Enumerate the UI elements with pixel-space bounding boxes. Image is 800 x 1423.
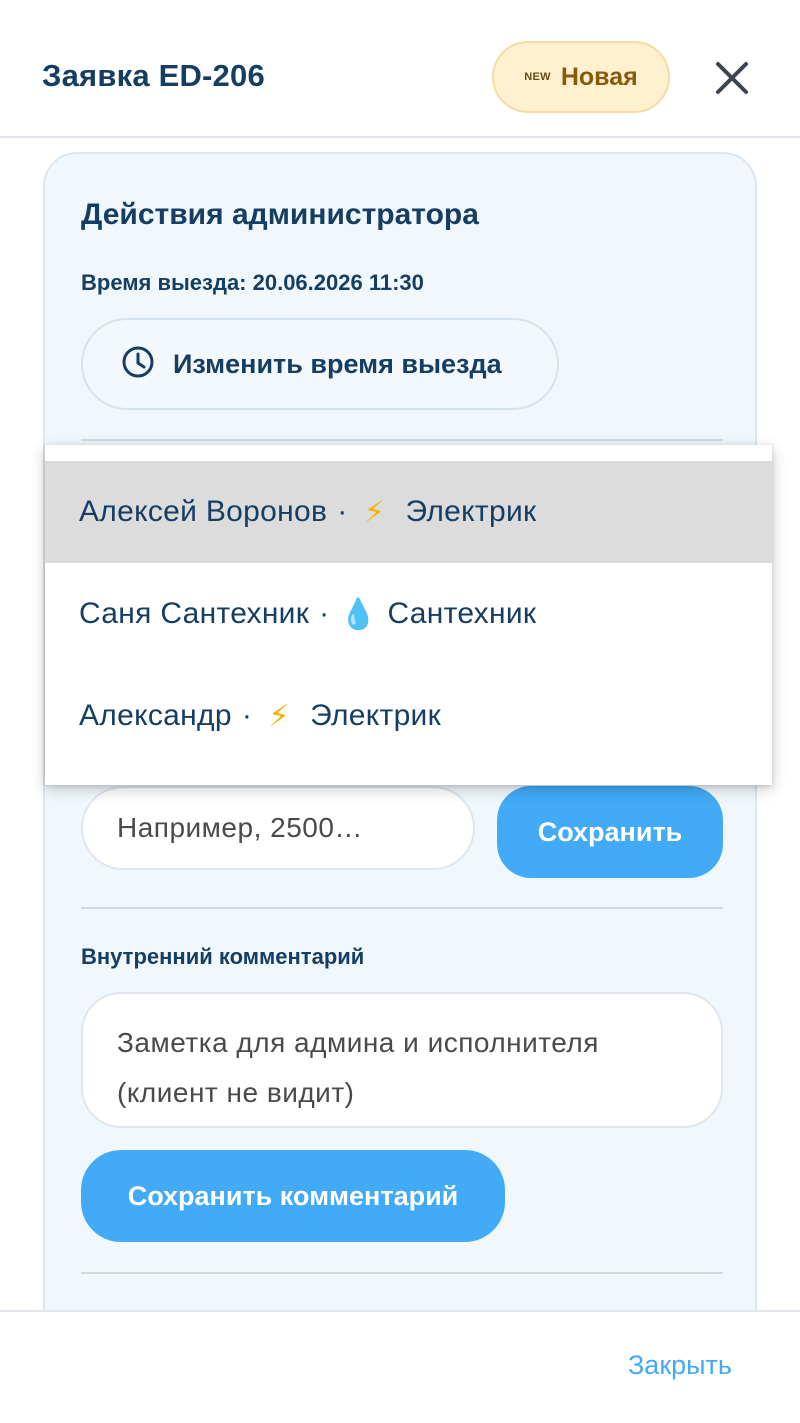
executor-role: Сантехник bbox=[387, 597, 537, 630]
admin-actions-title: Действия администратора bbox=[81, 198, 479, 231]
divider bbox=[81, 1272, 723, 1274]
executor-role: Электрик bbox=[310, 699, 442, 732]
change-departure-time-button[interactable]: Изменить время выезда bbox=[81, 318, 559, 410]
divider bbox=[81, 439, 723, 441]
separator-dot: · bbox=[319, 597, 330, 630]
lightning-icon: ⚡ bbox=[363, 495, 386, 529]
separator-dot: · bbox=[337, 495, 348, 528]
amount-input[interactable]: Например, 2500… bbox=[81, 786, 475, 870]
dropdown-option-3[interactable]: Александр · ⚡ Электрик bbox=[45, 665, 772, 767]
internal-comment-field[interactable]: Заметка для админа и исполнителя (клиент… bbox=[81, 992, 723, 1128]
save-comment-button[interactable]: Сохранить комментарий bbox=[81, 1150, 505, 1242]
close-icon[interactable] bbox=[708, 54, 756, 102]
modal-header: Заявка ED-206 NEW Новая bbox=[0, 0, 800, 138]
executor-name: Алексей Воронов bbox=[79, 495, 328, 528]
modal-footer: Закрыть bbox=[0, 1310, 800, 1423]
divider bbox=[81, 907, 723, 909]
change-time-label: Изменить время выезда bbox=[173, 348, 502, 379]
executor-name: Саня Сантехник bbox=[79, 597, 310, 630]
executor-role: Электрик bbox=[405, 495, 537, 528]
lightning-icon: ⚡ bbox=[268, 699, 290, 733]
dropdown-option-1[interactable]: Алексей Воронов · ⚡ Электрик bbox=[45, 461, 772, 563]
save-button[interactable]: Сохранить bbox=[497, 786, 723, 878]
clock-icon bbox=[121, 345, 155, 384]
departure-time: Время выезда: 20.06.2026 11:30 bbox=[81, 270, 424, 295]
water-drop-icon: 💧 bbox=[339, 597, 378, 631]
close-button[interactable]: Закрыть bbox=[628, 1350, 732, 1381]
status-badge: NEW Новая bbox=[492, 41, 670, 113]
new-mark: NEW bbox=[524, 71, 551, 83]
dropdown-option-2[interactable]: Саня Сантехник · 💧 Сантехник bbox=[45, 563, 772, 665]
executor-name: Александр bbox=[79, 699, 232, 732]
status-label: Новая bbox=[560, 62, 638, 91]
executor-dropdown: Алексей Воронов · ⚡ Электрик Саня Сантех… bbox=[45, 445, 772, 785]
page-title: Заявка ED-206 bbox=[42, 58, 265, 93]
separator-dot: · bbox=[241, 699, 253, 732]
internal-comment-label: Внутренний комментарий bbox=[81, 944, 365, 969]
